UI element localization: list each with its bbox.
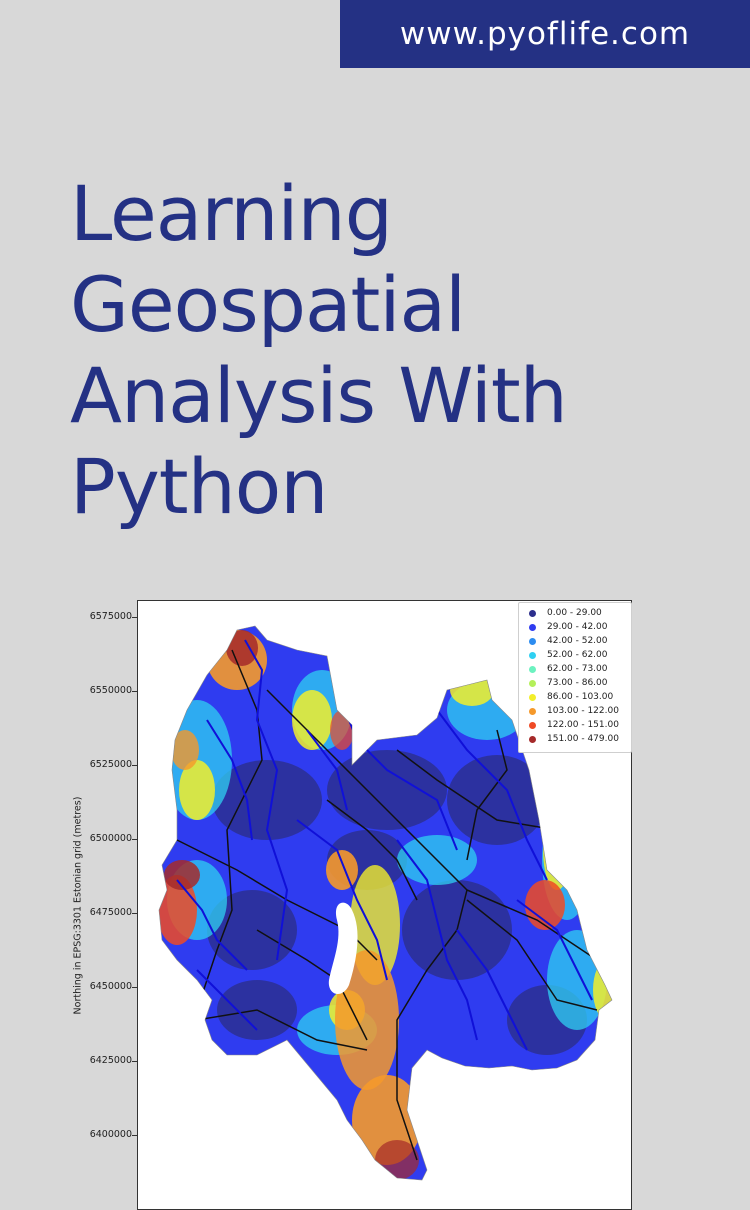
legend-swatch	[529, 679, 536, 687]
legend-label: 151.00 - 479.00	[547, 734, 619, 744]
y-tick-label: 6525000	[89, 759, 132, 770]
high-elevation-zone	[593, 960, 612, 1020]
y-tick-label: 6400000	[89, 1129, 132, 1140]
legend-item: 103.00 - 122.00	[519, 704, 631, 718]
peak-elevation-zone	[226, 630, 258, 666]
legend-label: 42.00 - 52.00	[547, 636, 608, 646]
legend-item: 151.00 - 479.00	[519, 732, 631, 746]
high-elevation-zone	[326, 850, 358, 890]
legend-swatch	[529, 637, 536, 645]
legend-swatch	[529, 609, 536, 617]
legend-label: 52.00 - 62.00	[547, 650, 608, 660]
legend-label: 122.00 - 151.00	[547, 720, 619, 730]
legend-label: 62.00 - 73.00	[547, 664, 608, 674]
high-elevation-zone	[543, 810, 571, 890]
legend-swatch	[529, 665, 536, 673]
legend-swatch	[529, 707, 536, 715]
y-tick-label: 6475000	[89, 907, 132, 918]
y-tick-label: 6500000	[89, 833, 132, 844]
y-tick-label: 6550000	[89, 685, 132, 696]
legend-item: 42.00 - 52.00	[519, 634, 631, 648]
legend-swatch	[529, 623, 536, 631]
title-line-2: Geospatial	[70, 260, 466, 349]
y-axis-label: Northing in EPSG:3301 Estonian grid (met…	[72, 796, 84, 1015]
high-elevation-zone	[450, 674, 494, 706]
legend-label: 29.00 - 42.00	[547, 622, 608, 632]
high-elevation-zone	[330, 710, 354, 750]
title-line-3: Analysis With	[70, 351, 568, 440]
legend-swatch	[529, 651, 536, 659]
y-tick-label: 6575000	[89, 611, 132, 622]
url-banner: www.pyoflife.com	[340, 0, 750, 68]
low-elevation-zone	[327, 750, 447, 830]
map-legend: 0.00 - 29.00 29.00 - 42.00 42.00 - 52.00 52…	[518, 602, 632, 753]
legend-label: 73.00 - 86.00	[547, 678, 608, 688]
high-elevation-zone	[171, 730, 199, 770]
y-tick-label: 6450000	[89, 981, 132, 992]
website-url[interactable]: www.pyoflife.com	[400, 16, 690, 52]
legend-item: 29.00 - 42.00	[519, 620, 631, 634]
legend-item: 62.00 - 73.00	[519, 662, 631, 676]
low-elevation-zone	[447, 755, 547, 845]
legend-swatch	[529, 693, 536, 701]
legend-swatch	[529, 735, 536, 743]
legend-label: 0.00 - 29.00	[547, 608, 602, 618]
book-title: Learning Geospatial Analysis With Python	[70, 168, 730, 532]
legend-item: 52.00 - 62.00	[519, 648, 631, 662]
legend-item: 122.00 - 151.00	[519, 718, 631, 732]
legend-item: 86.00 - 103.00	[519, 690, 631, 704]
high-elevation-zone	[525, 880, 565, 930]
legend-label: 103.00 - 122.00	[547, 706, 619, 716]
title-line-4: Python	[70, 442, 328, 531]
title-line-1: Learning	[70, 169, 393, 258]
legend-item: 0.00 - 29.00	[519, 606, 631, 620]
legend-label: 86.00 - 103.00	[547, 692, 614, 702]
y-tick-label: 6425000	[89, 1055, 132, 1066]
legend-swatch	[529, 721, 536, 729]
legend-item: 73.00 - 86.00	[519, 676, 631, 690]
